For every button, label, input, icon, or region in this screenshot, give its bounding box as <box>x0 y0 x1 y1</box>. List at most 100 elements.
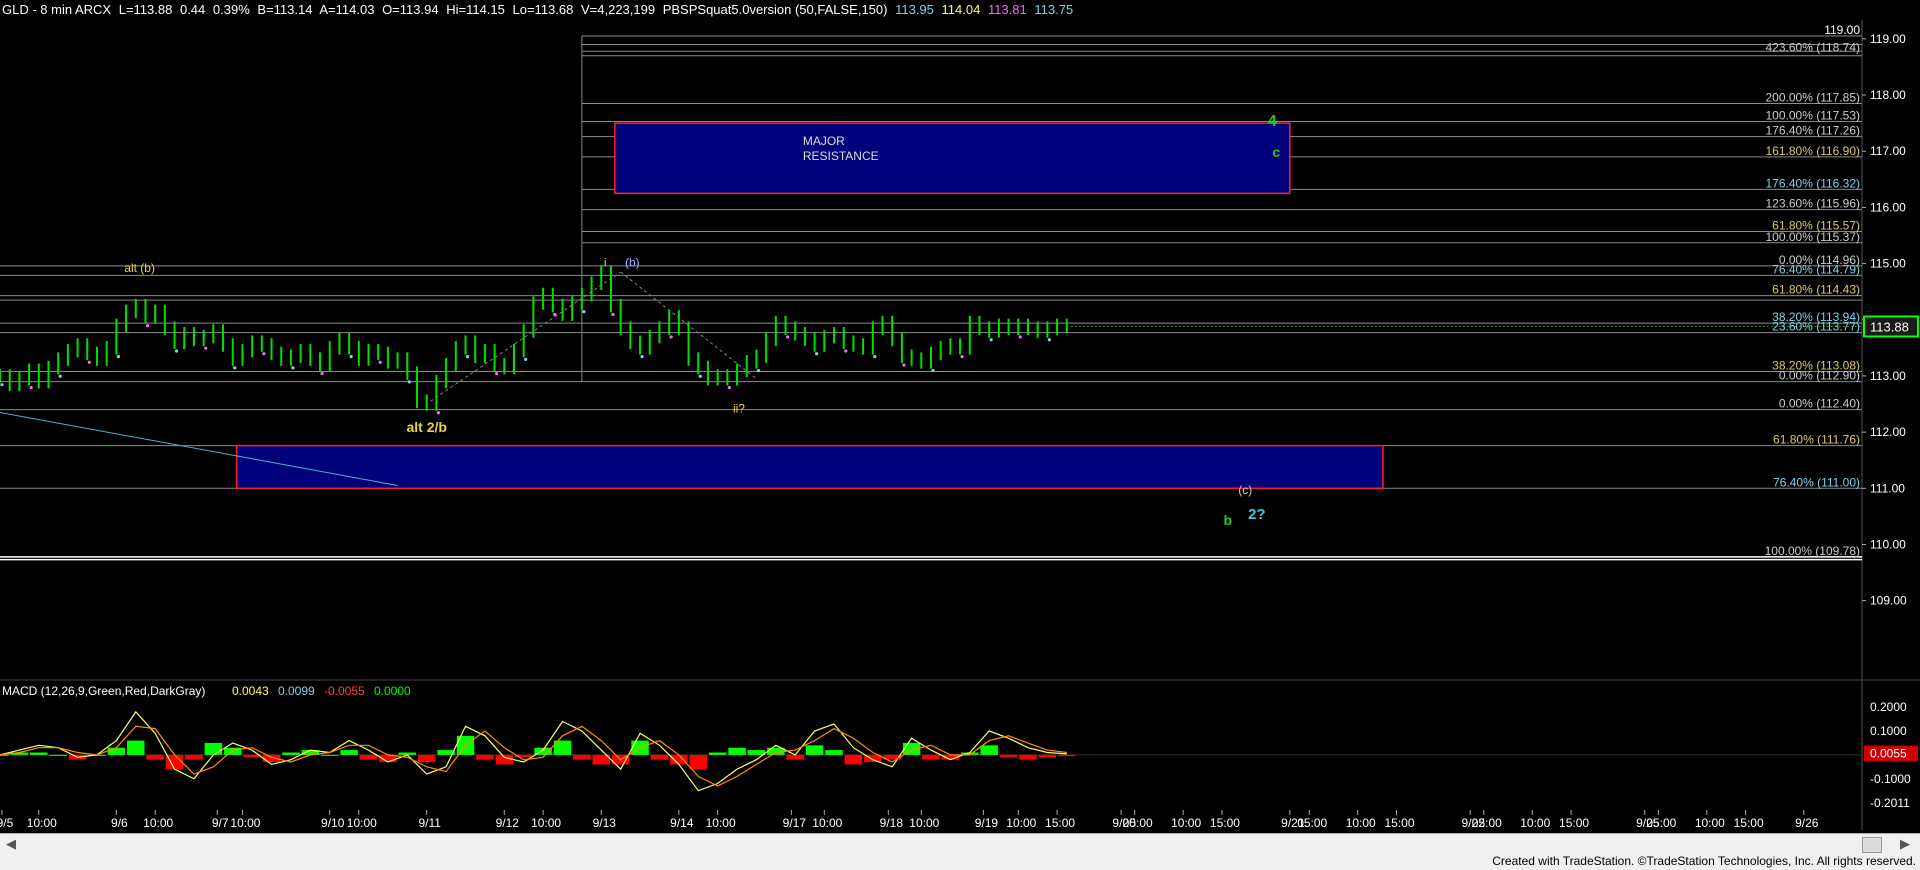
fib-level-label: 0.00% (112.40) <box>1779 397 1860 411</box>
wave-label: b <box>1223 512 1232 528</box>
study-dot <box>349 354 353 359</box>
study-dot <box>1047 338 1051 342</box>
support-zone <box>235 444 1384 490</box>
copyright-text: Created with TradeStation. ©TradeStation… <box>1492 854 1916 868</box>
fib-level-label: 100.00% (115.37) <box>1765 230 1860 244</box>
time-axis-layer: 9/510:009/610:009/710:009/1010:009/119/1… <box>0 810 1819 830</box>
time-tick-label: 10:00 <box>1006 816 1036 830</box>
study-dot <box>436 411 441 415</box>
macd-tick-label: 0.2000 <box>1870 700 1907 714</box>
macd-histogram-bar <box>495 754 514 765</box>
fib-level-label: 76.40% (111.00) <box>1773 475 1860 489</box>
macd-histogram-bar <box>340 750 358 755</box>
study-dot <box>785 335 790 339</box>
study-dot <box>815 352 819 356</box>
macd-tick-label: 0.0055 <box>1870 747 1907 761</box>
study-dot <box>233 366 237 370</box>
study-dot <box>553 312 557 317</box>
wave-label: c <box>1272 144 1280 160</box>
study-dot <box>960 354 964 359</box>
study-dot <box>262 352 266 356</box>
wave-label: ii? <box>733 401 745 415</box>
price-chart-svg[interactable]: MAJORRESISTANCE alt (b) alt 2/b i (b) ii? 4 c (… <box>0 0 1920 833</box>
zone-label: RESISTANCE <box>803 149 879 163</box>
time-tick-label: 15:00 <box>1559 816 1589 830</box>
price-tick-label: 111.00 <box>1870 481 1905 495</box>
time-tick-label: 9/6 <box>111 816 128 830</box>
macd-histogram-bar <box>650 754 669 760</box>
time-scrollbar[interactable]: ◀ ▶ <box>0 833 1920 854</box>
fib-level-label: 123.60% (115.96) <box>1765 197 1860 211</box>
study-dot <box>174 349 179 353</box>
wave-label: 2? <box>1248 506 1266 523</box>
time-tick-label: 05:00 <box>1472 816 1502 830</box>
study-dot <box>407 380 411 384</box>
major-resistance-zone <box>614 122 1291 195</box>
time-tick-label: 9/5 <box>0 816 14 830</box>
wave-label: alt (b) <box>124 261 155 275</box>
fib-level-label: 200.00% (117.85) <box>1765 90 1860 104</box>
study-dot <box>611 312 615 317</box>
time-tick-label: 05:00 <box>1297 816 1327 830</box>
macd-histogram-bar <box>844 754 863 765</box>
study-dot <box>378 360 382 364</box>
time-tick-label: 10:00 <box>909 816 939 830</box>
time-tick-label: 9/17 <box>783 816 807 830</box>
macd-histogram-bar <box>30 752 48 755</box>
time-tick-label: 05:00 <box>1646 816 1676 830</box>
macd-histogram-bar <box>747 750 766 755</box>
last-price-badge-label: 113.88 <box>1870 320 1909 335</box>
fib-level-label: 0.00% (112.90) <box>1779 369 1860 383</box>
wave-label: (b) <box>625 255 640 269</box>
time-tick-label: 15:00 <box>1045 816 1075 830</box>
scroll-thumb[interactable] <box>1862 837 1882 853</box>
macd-tick-label: -0.1000 <box>1870 772 1911 786</box>
macd-histogram-bar <box>1019 754 1037 760</box>
price-tick-label: 119.00 <box>1870 32 1906 46</box>
time-tick-label: 9/11 <box>418 816 441 830</box>
macd-histogram-bar <box>689 754 707 770</box>
macd-histogram-bar <box>107 747 126 755</box>
time-tick-label: 9/19 <box>975 816 999 830</box>
zone-label: MAJOR <box>803 134 845 148</box>
macd-histogram-bar <box>359 754 378 760</box>
fib-level-label: 23.60% (113.77) <box>1772 320 1860 334</box>
time-tick-label: 9/14 <box>670 816 694 830</box>
time-tick-label: 9/26 <box>1795 816 1819 830</box>
macd-histogram-bar <box>825 750 843 755</box>
scroll-left-icon[interactable]: ◀ <box>6 836 16 852</box>
macd-panel: 0.2000 0.1000 0.0055 -0.1000 -0.2011 <box>0 700 1918 810</box>
wave-label: i <box>604 255 607 269</box>
scroll-right-icon[interactable]: ▶ <box>1900 836 1910 852</box>
fib-level-label: 161.80% (116.90) <box>1765 144 1860 158</box>
fib-level-label: 176.40% (117.26) <box>1765 124 1860 138</box>
fib-level-label: 61.80% (111.76) <box>1773 433 1860 447</box>
macd-tick-label: -0.2011 <box>1870 796 1910 810</box>
price-bars-layer <box>0 265 1862 415</box>
time-tick-label: 10:00 <box>1520 816 1550 830</box>
macd-histogram-bar <box>805 745 824 755</box>
macd-value-2: 0.0099 <box>278 684 315 698</box>
time-tick-label: 05:00 <box>1123 816 1153 830</box>
time-tick-label: 9/10 <box>321 816 345 830</box>
zones-layer: MAJORRESISTANCE <box>0 122 1384 490</box>
price-tick-label: 110.00 <box>1870 537 1906 551</box>
price-tick-label: 113.00 <box>1870 369 1906 383</box>
study-dot <box>844 349 848 353</box>
macd-histogram-bar <box>127 740 145 755</box>
time-tick-label: 9/13 <box>593 816 617 830</box>
time-tick-label: 10:00 <box>27 816 57 830</box>
study-dot <box>931 369 935 373</box>
time-tick-label: 10:00 <box>1695 816 1725 830</box>
time-tick-label: 10:00 <box>143 816 173 830</box>
study-dot <box>465 354 470 359</box>
macd-histogram-bar <box>417 754 436 763</box>
time-tick-label: 15:00 <box>1384 816 1414 830</box>
study-dot <box>989 338 993 342</box>
macd-histogram-bar <box>999 754 1018 758</box>
price-tick-label: 115.00 <box>1870 257 1906 271</box>
fib-level-label: 61.80% (114.43) <box>1772 283 1860 297</box>
wave-label: 4 <box>1268 113 1277 130</box>
study-dot <box>727 385 731 390</box>
study-dot <box>494 371 499 376</box>
